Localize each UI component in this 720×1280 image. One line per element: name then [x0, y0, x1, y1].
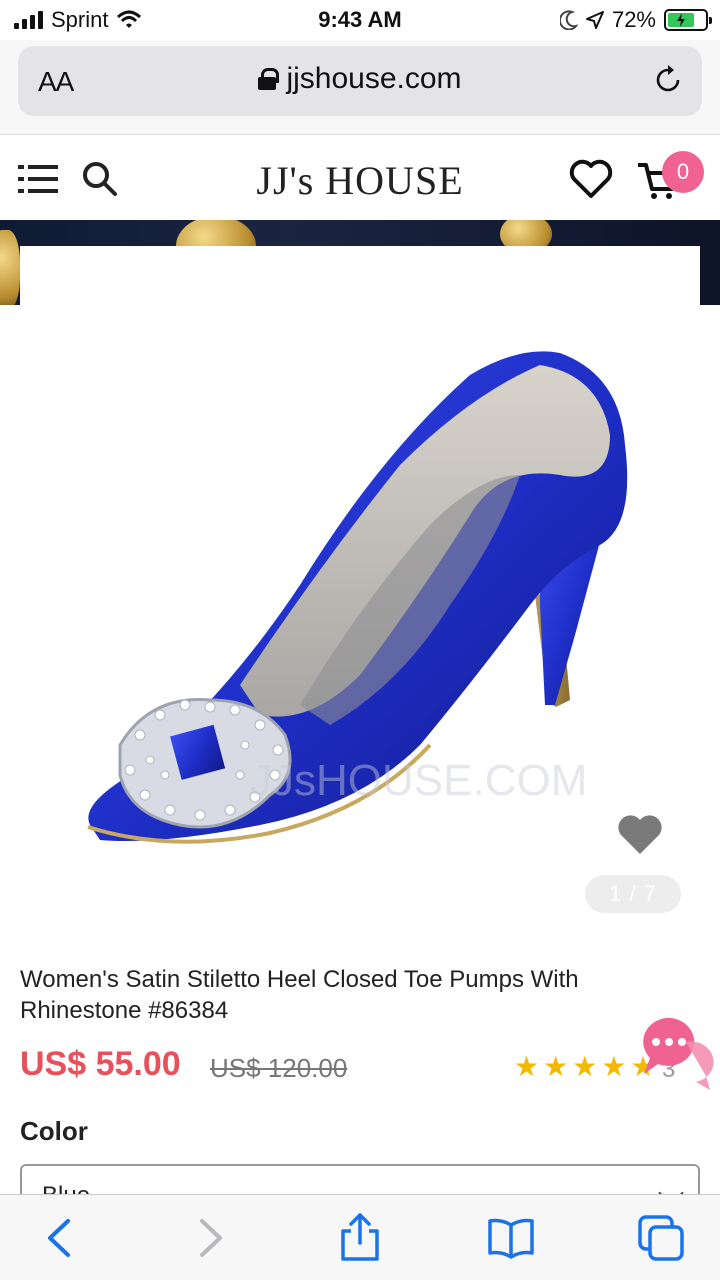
battery-icon	[664, 9, 712, 31]
status-bar: Sprint 9:43 AM 72%	[0, 0, 720, 40]
banner-card	[20, 246, 700, 305]
promo-banner[interactable]	[0, 220, 720, 305]
product-image[interactable]: JJsHOUSE.COM	[0, 305, 720, 940]
moon-icon	[559, 10, 578, 30]
star-icon: ★	[543, 1051, 569, 1082]
original-price: US$ 120.00	[210, 1053, 348, 1083]
tabs-icon[interactable]	[636, 1213, 686, 1263]
star-icon: ★	[601, 1051, 627, 1082]
star-icon: ★	[514, 1051, 540, 1082]
forward-icon[interactable]	[184, 1213, 234, 1263]
address-bar[interactable]: AA jjshouse.com	[18, 46, 702, 116]
balloon-decoration	[0, 230, 20, 305]
reload-icon[interactable]	[652, 64, 684, 96]
image-counter: 1 / 7	[585, 875, 681, 913]
product-title: Women's Satin Stiletto Heel Closed Toe P…	[20, 966, 579, 1024]
back-icon[interactable]	[36, 1213, 86, 1263]
share-icon[interactable]	[335, 1213, 385, 1263]
browser-toolbar	[0, 1194, 720, 1280]
cart-count-badge[interactable]: 0	[662, 151, 704, 193]
url-display[interactable]: jjshouse.com	[18, 62, 702, 96]
wishlist-heart-icon[interactable]	[568, 159, 614, 199]
browser-address-area: AA jjshouse.com	[0, 40, 720, 134]
charging-bolt-icon	[676, 13, 685, 27]
url-text: jjshouse.com	[286, 62, 462, 95]
product-price: US$ 55.00	[20, 1045, 181, 1083]
battery-level	[668, 13, 694, 27]
color-label: Color	[20, 1116, 88, 1146]
lock-icon	[258, 68, 280, 90]
bookmarks-icon[interactable]	[486, 1213, 536, 1263]
image-watermark: JJsHOUSE.COM	[250, 756, 587, 805]
rating-stars[interactable]: ★ ★ ★ ★ ★	[514, 1052, 656, 1082]
site-header: JJ's HOUSE 0	[0, 134, 720, 220]
battery-percent: 72%	[611, 7, 656, 32]
star-icon: ★	[572, 1051, 598, 1082]
chat-icon[interactable]	[636, 1014, 714, 1092]
shoe-illustration: JJsHOUSE.COM	[87, 351, 628, 844]
favorite-heart-icon[interactable]	[616, 812, 664, 856]
location-icon	[585, 11, 604, 29]
status-right: 72%	[559, 7, 712, 33]
